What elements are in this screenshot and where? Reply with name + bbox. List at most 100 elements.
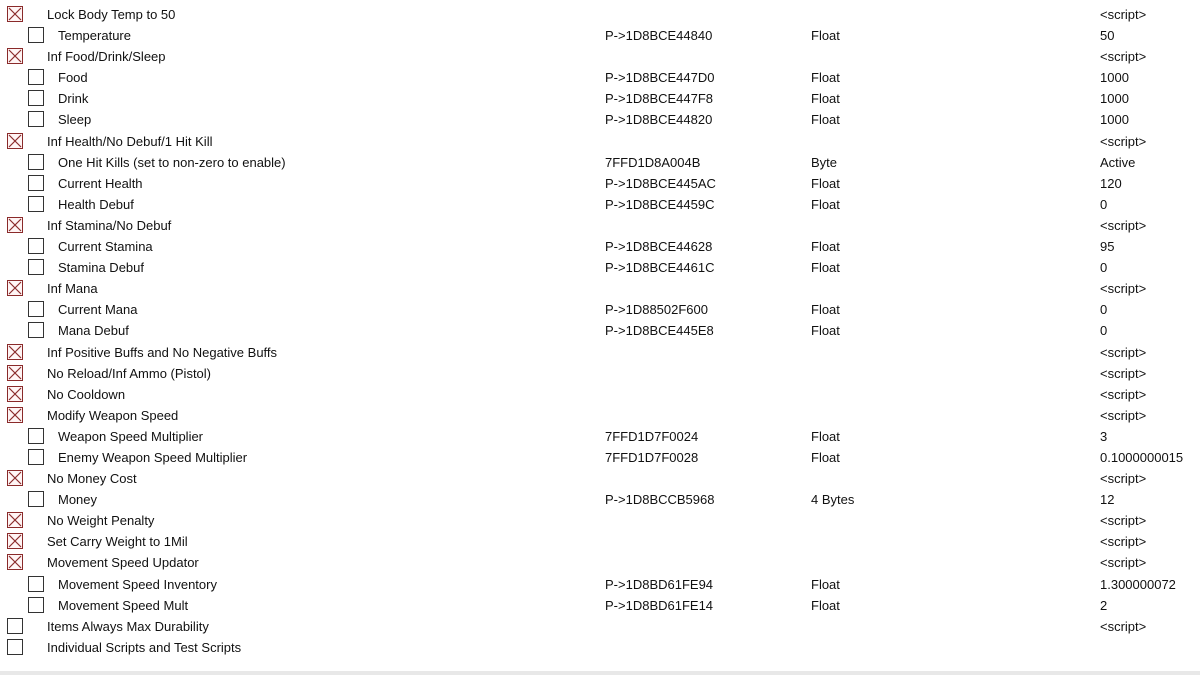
- active-checkbox[interactable]: [28, 491, 44, 508]
- active-checkbox[interactable]: [7, 132, 23, 149]
- value-cell: <script>: [1100, 365, 1147, 381]
- table-row[interactable]: Current Health P->1D8BCE445AC Float 120: [0, 173, 1200, 194]
- table-row[interactable]: Current Stamina P->1D8BCE44628 Float 95: [0, 236, 1200, 257]
- description-cell: Inf Mana: [47, 281, 98, 297]
- table-row-group[interactable]: Inf Food/Drink/Sleep <script>: [0, 46, 1200, 67]
- active-checkbox[interactable]: [7, 512, 23, 529]
- active-checkbox[interactable]: [28, 301, 44, 318]
- cross-icon: [8, 49, 22, 63]
- type-cell: Float: [811, 449, 840, 465]
- active-checkbox[interactable]: [7, 6, 23, 22]
- value-cell: <script>: [1100, 7, 1147, 22]
- description-cell: Weapon Speed Multiplier: [58, 428, 204, 444]
- table-row-group[interactable]: Inf Health/No Debuf/1 Hit Kill <script>: [0, 131, 1200, 152]
- active-checkbox[interactable]: [28, 448, 44, 465]
- type-cell: Float: [811, 428, 840, 444]
- table-row-group[interactable]: Set Carry Weight to 1Mil <script>: [0, 531, 1200, 552]
- type-cell: 4 Bytes: [811, 492, 855, 508]
- table-row-group[interactable]: No Weight Penalty <script>: [0, 510, 1200, 531]
- horizontal-scrollbar[interactable]: [0, 671, 1200, 675]
- table-row[interactable]: Current Mana P->1D88502F600 Float 0: [0, 299, 1200, 320]
- description-cell: Individual Scripts and Test Scripts: [47, 639, 242, 655]
- value-cell: 120: [1100, 175, 1122, 191]
- table-row-group[interactable]: Inf Mana <script>: [0, 278, 1200, 299]
- active-checkbox[interactable]: [7, 406, 23, 423]
- active-checkbox[interactable]: [7, 470, 23, 487]
- active-checkbox[interactable]: [28, 69, 44, 86]
- table-row[interactable]: Drink P->1D8BCE447F8 Float 1000: [0, 88, 1200, 109]
- value-cell: Active: [1100, 154, 1136, 170]
- table-row-group[interactable]: Lock Body Temp to 50 <script>: [0, 4, 1200, 25]
- table-row-group[interactable]: Inf Positive Buffs and No Negative Buffs…: [0, 342, 1200, 363]
- active-checkbox[interactable]: [28, 427, 44, 444]
- description-cell: Money: [58, 492, 98, 508]
- table-row-group[interactable]: Modify Weapon Speed <script>: [0, 405, 1200, 426]
- active-checkbox[interactable]: [28, 596, 44, 613]
- description-cell: Current Stamina: [58, 239, 153, 255]
- table-row-group[interactable]: Individual Scripts and Test Scripts: [0, 637, 1200, 658]
- table-row[interactable]: Weapon Speed Multiplier 7FFD1D7F0024 Float…: [0, 426, 1200, 447]
- value-cell: 1000: [1100, 70, 1129, 86]
- description-cell: Movement Speed Mult: [58, 597, 189, 613]
- active-checkbox[interactable]: [28, 195, 44, 212]
- active-checkbox[interactable]: [7, 48, 23, 65]
- table-row[interactable]: Enemy Weapon Speed Multiplier 7FFD1D7F002…: [0, 447, 1200, 468]
- cross-icon: [8, 134, 22, 147]
- cross-icon: [8, 345, 22, 358]
- table-row[interactable]: Temperature P->1D8BCE44840 Float 50: [0, 25, 1200, 46]
- table-row-group[interactable]: No Cooldown <script>: [0, 384, 1200, 405]
- cross-icon: [8, 7, 22, 21]
- value-cell: <script>: [1100, 471, 1147, 487]
- description-cell: Inf Health/No Debuf/1 Hit Kill: [47, 133, 213, 149]
- table-row-group[interactable]: Items Always Max Durability <script>: [0, 616, 1200, 637]
- table-row[interactable]: Food P->1D8BCE447D0 Float 1000: [0, 67, 1200, 88]
- active-checkbox[interactable]: [28, 27, 44, 44]
- active-checkbox[interactable]: [28, 575, 44, 592]
- address-cell: P->1D8BD61FE94: [605, 576, 714, 592]
- cross-icon: [8, 281, 22, 295]
- table-row[interactable]: Stamina Debuf P->1D8BCE4461C Float 0: [0, 257, 1200, 278]
- active-checkbox[interactable]: [7, 343, 23, 360]
- active-checkbox[interactable]: [7, 280, 23, 297]
- cross-icon: [8, 366, 22, 380]
- table-row[interactable]: Money P->1D8BCCB5968 4 Bytes 12: [0, 489, 1200, 510]
- cross-icon: [8, 513, 22, 527]
- table-row-group[interactable]: No Money Cost <script>: [0, 468, 1200, 489]
- active-checkbox[interactable]: [28, 111, 44, 128]
- table-row-group[interactable]: Movement Speed Updator <script>: [0, 552, 1200, 573]
- type-cell: Float: [811, 196, 840, 212]
- table-row[interactable]: Movement Speed Inventory P->1D8BD61FE94 Fl…: [0, 574, 1200, 595]
- description-cell: Drink: [58, 91, 89, 107]
- value-cell: 0.1000000015: [1100, 449, 1184, 465]
- active-checkbox[interactable]: [7, 364, 23, 381]
- type-cell: Float: [811, 28, 840, 44]
- address-cell: P->1D8BCE4461C: [605, 260, 715, 276]
- table-row-group[interactable]: Inf Stamina/No Debuf <script>: [0, 215, 1200, 236]
- table-row[interactable]: One Hit Kills (set to non-zero to enable…: [0, 152, 1200, 173]
- value-cell: <script>: [1100, 386, 1147, 402]
- active-checkbox[interactable]: [28, 90, 44, 107]
- active-checkbox[interactable]: [7, 216, 23, 233]
- active-checkbox[interactable]: [28, 322, 44, 339]
- table-row[interactable]: Mana Debuf P->1D8BCE445E8 Float 0: [0, 320, 1200, 341]
- active-checkbox[interactable]: [28, 259, 44, 276]
- table-row-group[interactable]: No Reload/Inf Ammo (Pistol) <script>: [0, 363, 1200, 384]
- table-row[interactable]: Health Debuf P->1D8BCE4459C Float 0: [0, 194, 1200, 215]
- table-row[interactable]: Sleep P->1D8BCE44820 Float 1000: [0, 109, 1200, 130]
- table-row[interactable]: Movement Speed Mult P->1D8BD61FE14 Float 2: [0, 595, 1200, 616]
- active-checkbox[interactable]: [7, 385, 23, 402]
- active-checkbox[interactable]: [28, 174, 44, 191]
- active-checkbox[interactable]: [7, 617, 23, 634]
- active-checkbox[interactable]: [28, 153, 44, 170]
- cross-icon: [8, 471, 22, 485]
- description-cell: Sleep: [58, 112, 92, 128]
- address-cell: P->1D8BCE4459C: [605, 196, 715, 212]
- cross-icon: [8, 218, 22, 232]
- active-checkbox[interactable]: [7, 533, 23, 550]
- cheat-table: Lock Body Temp to 50 <script> Temperature P…: [0, 4, 1200, 658]
- active-checkbox[interactable]: [28, 238, 44, 255]
- value-cell: 2: [1100, 597, 1108, 613]
- address-cell: 7FFD1D7F0024: [605, 428, 699, 444]
- active-checkbox[interactable]: [7, 638, 23, 655]
- active-checkbox[interactable]: [7, 554, 23, 571]
